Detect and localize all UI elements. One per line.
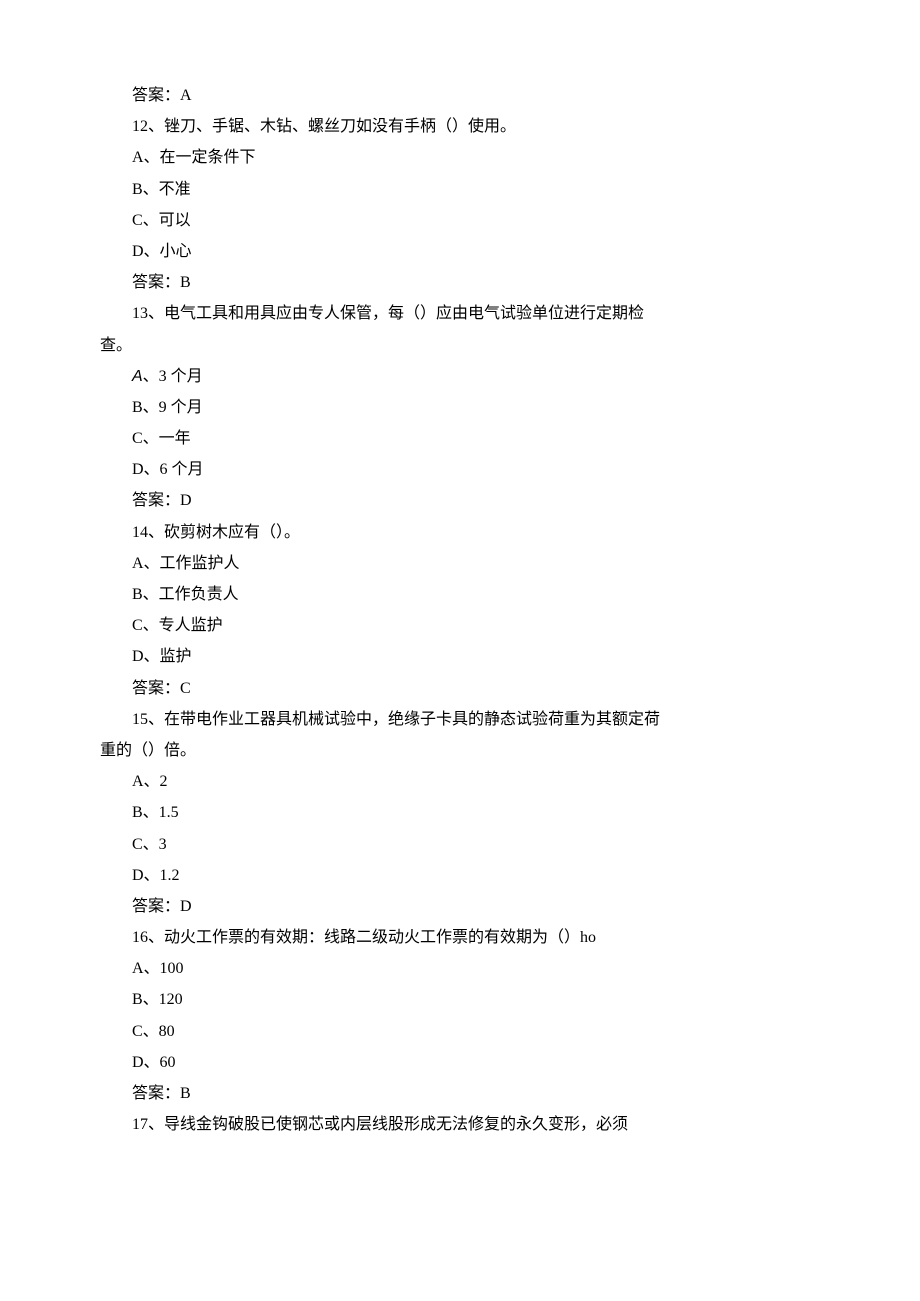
page: 答案：A 12、锉刀、手锯、木钻、螺丝刀如没有手柄（）使用。 A、在一定条件下 … <box>0 0 920 1301</box>
option-c: C、可以 <box>100 205 820 236</box>
option-c: C、专人监护 <box>100 610 820 641</box>
option-a: A、100 <box>100 953 820 984</box>
option-a-text: 、3 个月 <box>143 368 203 385</box>
italic-a-letter: A <box>132 368 143 385</box>
option-b: B、工作负责人 <box>100 579 820 610</box>
question-text: 16、动火工作票的有效期：线路二级动火工作票的有效期为（）ho <box>100 922 820 953</box>
option-c: C、一年 <box>100 423 820 454</box>
option-c: C、3 <box>100 829 820 860</box>
answer-line: 答案：C <box>100 673 820 704</box>
option-a: A、工作监护人 <box>100 548 820 579</box>
answer-line: 答案：D <box>100 485 820 516</box>
option-a: A、2 <box>100 766 820 797</box>
option-b: B、9 个月 <box>100 392 820 423</box>
option-d: D、监护 <box>100 641 820 672</box>
question-text-cont: 查。 <box>100 330 820 361</box>
question-text: 14、砍剪树木应有（）。 <box>100 517 820 548</box>
option-a: A、3 个月 <box>100 361 820 392</box>
option-b: B、120 <box>100 984 820 1015</box>
answer-line: 答案：D <box>100 891 820 922</box>
answer-line: 答案：A <box>100 80 820 111</box>
option-c: C、80 <box>100 1016 820 1047</box>
question-text: 15、在带电作业工器具机械试验中，绝缘子卡具的静态试验荷重为其额定荷 <box>100 704 820 735</box>
option-a: A、在一定条件下 <box>100 142 820 173</box>
question-text: 12、锉刀、手锯、木钻、螺丝刀如没有手柄（）使用。 <box>100 111 820 142</box>
option-d: D、60 <box>100 1047 820 1078</box>
answer-line: 答案：B <box>100 267 820 298</box>
option-b: B、不准 <box>100 174 820 205</box>
answer-line: 答案：B <box>100 1078 820 1109</box>
option-d: D、6 个月 <box>100 454 820 485</box>
option-d: D、1.2 <box>100 860 820 891</box>
option-d: D、小心 <box>100 236 820 267</box>
question-text-cont: 重的（）倍。 <box>100 735 820 766</box>
question-text: 17、导线金钩破股已使钢芯或内层线股形成无法修复的永久变形，必须 <box>100 1109 820 1140</box>
question-text: 13、电气工具和用具应由专人保管，每（）应由电气试验单位进行定期检 <box>100 298 820 329</box>
option-b: B、1.5 <box>100 797 820 828</box>
